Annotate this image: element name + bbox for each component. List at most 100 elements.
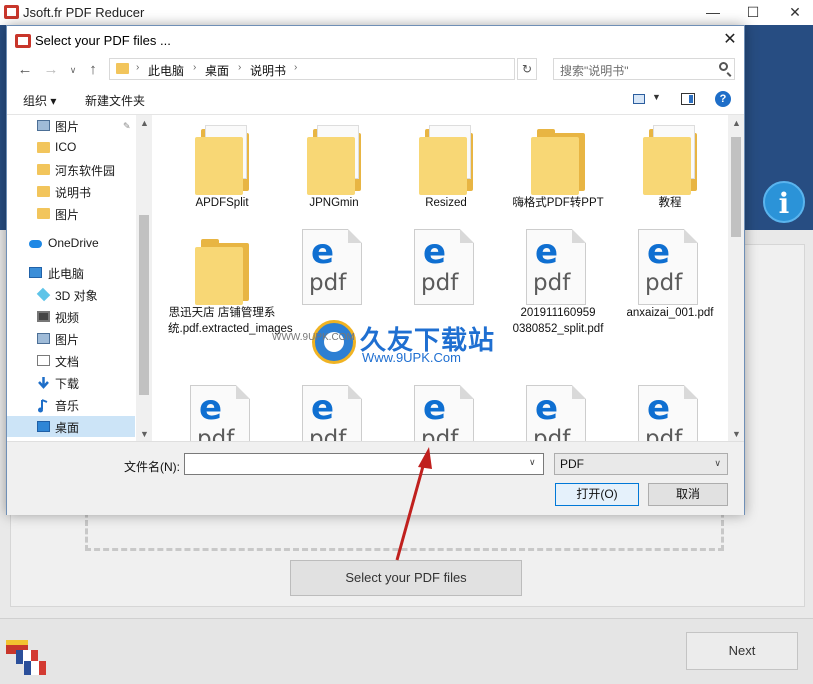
nav-item-music[interactable]: 音乐 <box>7 394 135 415</box>
nav-item-pictures-pinned[interactable]: 图片 ✎ <box>7 115 135 136</box>
pdf-file-item[interactable]: e pdf <box>396 381 496 442</box>
nav-scroll-up-icon[interactable]: ▲ <box>140 118 149 128</box>
watermark-small-url: WWW.9UPK.COM <box>272 332 355 343</box>
dialog-bottom-bar: 文件名(N): ∨ PDF ∨ 打开(O) 取消 <box>7 441 744 515</box>
pdf-file-icon: e pdf <box>638 229 698 305</box>
nav-item-onedrive[interactable]: OneDrive <box>7 233 135 254</box>
open-button[interactable]: 打开(O) <box>555 483 639 506</box>
crumb-separator: › <box>238 62 242 73</box>
pdf-file-item[interactable]: e pdf <box>172 381 272 442</box>
nav-scroll-down-icon[interactable]: ▼ <box>140 429 149 439</box>
red-arrow-annotation-icon <box>395 447 432 561</box>
pdf-file-icon: e pdf <box>414 385 474 442</box>
nav-label: 视频 <box>55 311 80 325</box>
nav-item-desktop[interactable]: 桌面 <box>7 416 135 437</box>
back-arrow-icon[interactable]: ← <box>15 60 35 80</box>
pdf-file-icon: e pdf <box>526 385 586 442</box>
nav-label: 图片 <box>55 208 80 222</box>
new-folder-button[interactable]: 新建文件夹 <box>85 92 145 109</box>
file-name: 思迅天店 店铺管理系统.pdf.extracted_images <box>168 307 293 335</box>
nav-item-pictures-folder[interactable]: 图片 <box>7 203 135 224</box>
refresh-icon[interactable]: ↻ <box>517 58 537 80</box>
folder-icon <box>116 63 129 74</box>
view-mode-icon[interactable] <box>633 94 645 104</box>
crumb-desktop[interactable]: 桌面 <box>205 62 229 79</box>
navigation-pane: 图片 ✎ ICO 河东软件园 说明书 图片 OneDrive 此电脑 3D 对象… <box>7 114 152 442</box>
info-icon[interactable]: i <box>763 181 805 223</box>
folder-icon <box>195 247 243 305</box>
documents-icon <box>37 355 50 366</box>
recent-chevron-icon[interactable]: ∨ <box>63 60 83 80</box>
file-name: 教程 <box>658 197 682 209</box>
filename-input[interactable] <box>184 453 544 475</box>
pdf-file-item[interactable]: e pdf <box>620 381 720 442</box>
3d-objects-icon <box>36 287 51 302</box>
nav-item-documents[interactable]: 文档 <box>7 350 135 371</box>
folder-icon <box>37 142 50 153</box>
filename-dropdown-icon[interactable]: ∨ <box>529 457 536 468</box>
maximize-button[interactable]: ☐ <box>730 0 776 25</box>
pictures-icon <box>37 120 50 131</box>
nav-item-videos[interactable]: 视频 <box>7 306 135 327</box>
nav-label: 图片 <box>55 333 80 347</box>
file-name: anxaizai_001.pdf <box>626 307 714 319</box>
open-file-dialog: Select your PDF files ... ✕ ← → ∨ ↑ › 此电… <box>6 25 745 515</box>
next-button[interactable]: Next <box>686 632 798 670</box>
pdf-file-item[interactable]: e pdf <box>284 381 384 442</box>
watermark: 久友下载站 Www.9UPK.Com WWW.9UPK.COM <box>272 320 502 376</box>
nav-item-pictures[interactable]: 图片 <box>7 328 135 349</box>
pin-icon[interactable]: ✎ <box>123 122 131 131</box>
pdf-file-icon: e pdf <box>526 229 586 305</box>
up-arrow-icon[interactable]: ↑ <box>83 60 103 80</box>
crumb-this-pc[interactable]: 此电脑 <box>148 62 184 79</box>
pdf-file-icon: e pdf <box>638 385 698 442</box>
nav-item-hedong[interactable]: 河东软件园 <box>7 159 135 180</box>
crumb-manual[interactable]: 说明书 <box>250 62 286 79</box>
search-box[interactable]: 搜索"说明书" <box>553 58 735 80</box>
search-input[interactable]: 搜索"说明书" <box>560 62 629 79</box>
preview-pane-icon[interactable] <box>681 93 695 105</box>
file-scrollbar-thumb[interactable] <box>731 137 741 237</box>
dialog-title: Select your PDF files ... <box>35 33 171 48</box>
help-icon[interactable]: ? <box>715 91 731 107</box>
nav-label: 文档 <box>55 355 80 369</box>
select-files-button[interactable]: Select your PDF files <box>290 560 522 596</box>
dialog-close-button[interactable]: ✕ <box>719 29 741 51</box>
nav-item-ico[interactable]: ICO <box>7 137 135 158</box>
file-scroll-down-icon[interactable]: ▼ <box>732 429 741 439</box>
pictures-icon <box>37 333 50 344</box>
crumb-separator: › <box>136 62 140 73</box>
cancel-button[interactable]: 取消 <box>648 483 728 506</box>
folder-icon <box>195 137 243 195</box>
folder-item[interactable]: 思迅天店 店铺管理系统.pdf.extracted_images <box>168 225 293 375</box>
file-scroll-up-icon[interactable]: ▲ <box>732 118 741 128</box>
app-close-button[interactable]: ✕ <box>772 0 813 25</box>
folder-icon <box>37 208 50 219</box>
nav-scrollbar-thumb[interactable] <box>139 215 149 395</box>
dialog-app-icon <box>15 34 31 48</box>
pdf-file-item[interactable]: e pdf anxaizai_001.pdf <box>620 225 720 375</box>
desktop-icon <box>37 421 50 432</box>
downloads-icon <box>37 377 50 389</box>
forward-arrow-icon[interactable]: → <box>41 60 61 80</box>
search-icon[interactable] <box>719 62 728 71</box>
crumb-separator: › <box>193 62 197 73</box>
dialog-toolbar: 组织 ▾ 新建文件夹 ▼ ? <box>7 86 744 114</box>
pdf-file-item[interactable]: e pdf <box>508 381 608 442</box>
pdf-file-item[interactable]: e pdf 201911160959 0380852_split.pdf <box>508 225 608 375</box>
filetype-dropdown-icon[interactable]: ∨ <box>714 458 721 469</box>
file-list-pane: APDFSplit JPNGmin Resized 嗨格式PDF转PPT 教程 <box>152 114 744 442</box>
videos-icon <box>37 311 50 322</box>
nav-item-this-pc[interactable]: 此电脑 <box>7 262 135 283</box>
folder-icon <box>37 186 50 197</box>
view-mode-dropdown-icon[interactable]: ▼ <box>652 92 661 102</box>
nav-label: 音乐 <box>55 399 80 413</box>
nav-item-downloads[interactable]: 下载 <box>7 372 135 393</box>
organize-button[interactable]: 组织 ▾ <box>23 92 56 109</box>
filetype-select[interactable]: PDF ∨ <box>554 453 728 475</box>
nav-item-manual[interactable]: 说明书 <box>7 181 135 202</box>
nav-item-3d-objects[interactable]: 3D 对象 <box>7 284 135 305</box>
app-logo-icon <box>4 5 19 19</box>
address-bar[interactable]: › 此电脑 › 桌面 › 说明书 › ∨ <box>109 58 607 80</box>
pdf-file-icon: e pdf <box>414 229 474 305</box>
